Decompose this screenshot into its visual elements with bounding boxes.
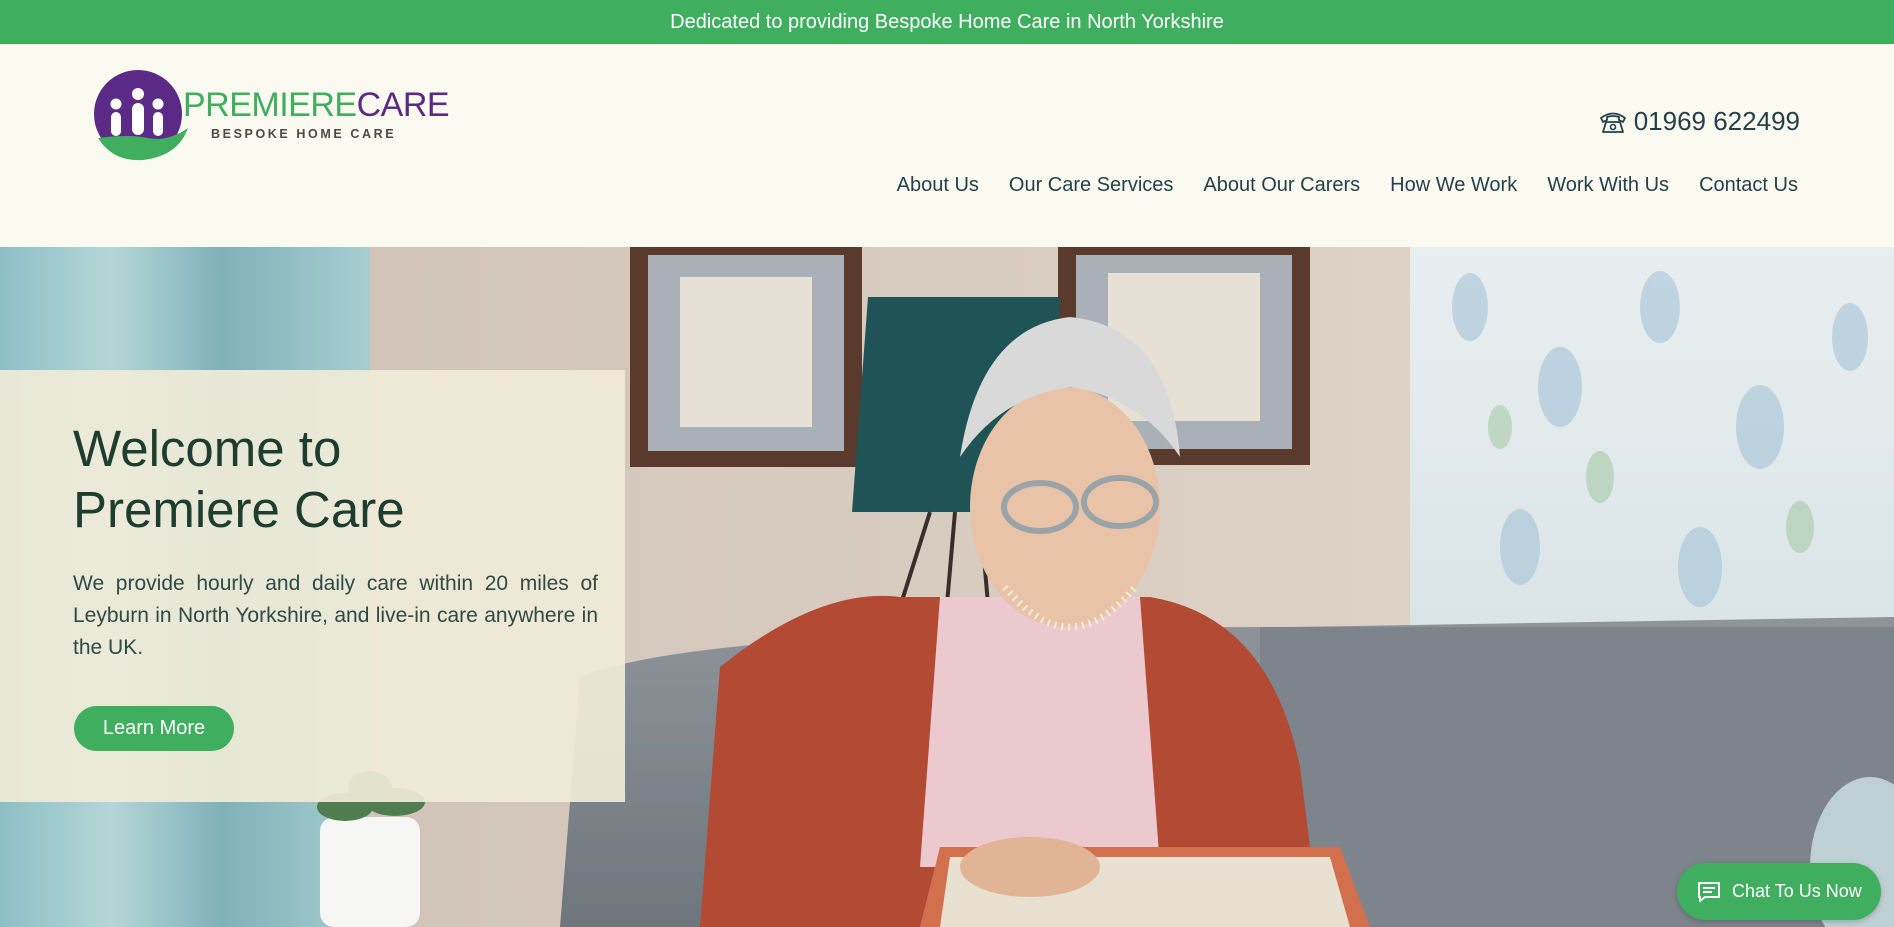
nav-work-with-us[interactable]: Work With Us xyxy=(1547,174,1669,197)
main-nav: About Us Our Care Services About Our Car… xyxy=(867,174,1798,197)
phone-number: 01969 622499 xyxy=(1633,106,1800,136)
nav-about-our-carers[interactable]: About Our Carers xyxy=(1203,174,1360,197)
hero-section: Welcome to Premiere Care We provide hour… xyxy=(0,247,1894,927)
logo-tagline: BESPOKE HOME CARE xyxy=(211,127,397,141)
announcement-bar: Dedicated to providing Bespoke Home Care… xyxy=(0,0,1894,44)
chat-button[interactable]: Chat To Us Now xyxy=(1677,863,1881,920)
nav-our-care-services[interactable]: Our Care Services xyxy=(1009,174,1174,197)
site-logo[interactable]: PREMIERECARE BESPOKE HOME CARE xyxy=(88,66,450,166)
announcement-text: Dedicated to providing Bespoke Home Care… xyxy=(670,10,1224,33)
site-header: PREMIERECARE BESPOKE HOME CARE 01969 622… xyxy=(0,44,1894,247)
logo-mark-icon xyxy=(94,70,188,161)
hero-welcome-panel: Welcome to Premiere Care We provide hour… xyxy=(0,370,625,802)
chat-label: Chat To Us Now xyxy=(1732,881,1862,901)
hero-description: We provide hourly and daily care within … xyxy=(73,572,598,659)
telephone-icon xyxy=(1599,112,1626,133)
logo-wordmark: PREMIERECARE xyxy=(183,86,450,124)
phone-link[interactable]: 01969 622499 xyxy=(1598,106,1800,137)
nav-about-us[interactable]: About Us xyxy=(897,174,979,197)
hero-title: Welcome to Premiere Care xyxy=(73,420,405,538)
learn-more-button[interactable]: Learn More xyxy=(74,706,234,751)
nav-how-we-work[interactable]: How We Work xyxy=(1390,174,1517,197)
chat-bubble-icon xyxy=(1698,881,1720,902)
nav-contact-us[interactable]: Contact Us xyxy=(1699,174,1798,197)
